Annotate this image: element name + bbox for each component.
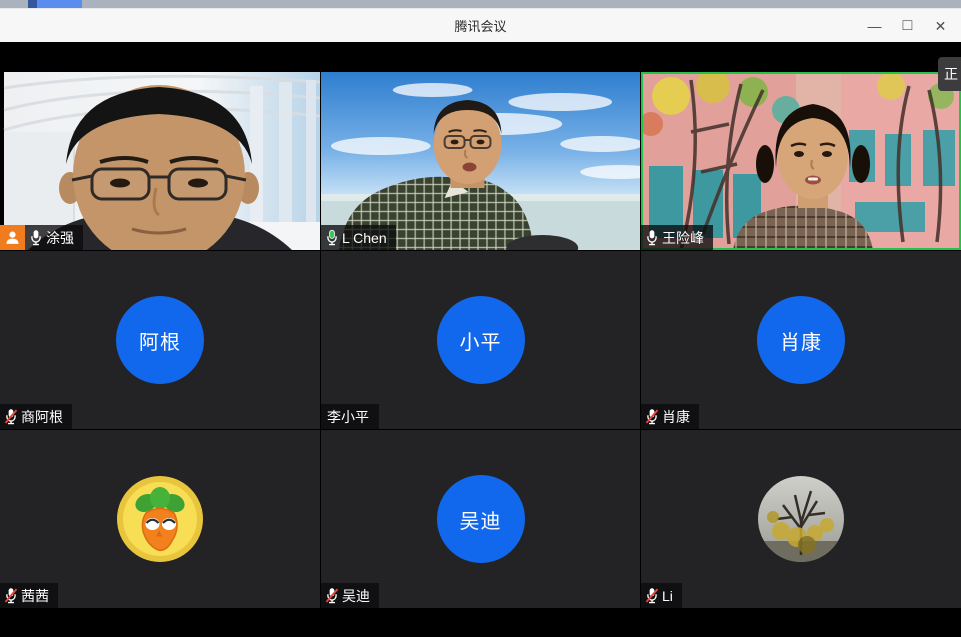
nameplate-row: 茜茜 (0, 583, 58, 608)
nameplate-row: 肖康 (641, 404, 699, 429)
window-controls: — □ ✕ (858, 9, 957, 43)
tree-avatar-icon (757, 475, 845, 563)
title-bar: 腾讯会议 — □ ✕ (0, 8, 961, 42)
nameplate-row: 商阿根 (0, 404, 72, 429)
mic-muted-icon (645, 408, 659, 425)
participant-tile-xiaokang[interactable]: 肖康 肖康 (641, 251, 961, 429)
background-window-strip (0, 0, 961, 8)
avatar-image-carrot (116, 475, 204, 563)
avatar-image-tree (757, 475, 845, 563)
participant-name: 李小平 (327, 407, 369, 427)
mic-on-icon (645, 229, 659, 246)
participant-name: 吴迪 (342, 586, 370, 606)
side-panel-partial-text: 正 (944, 64, 958, 84)
maximize-button[interactable]: □ (891, 9, 924, 43)
nameplate: 李小平 (321, 404, 379, 429)
nameplate-row: 吴迪 (321, 583, 379, 608)
nameplate: 肖康 (641, 404, 699, 429)
participant-name: 涂强 (46, 228, 74, 248)
side-panel-handle[interactable]: 正 (938, 57, 961, 91)
participant-name: 肖康 (662, 407, 690, 427)
host-person-icon (4, 229, 21, 246)
host-badge (0, 225, 25, 250)
avatar-initials: 阿根 (116, 296, 204, 384)
participant-tile-shangagen[interactable]: 阿根 商阿根 (0, 251, 320, 429)
mic-on-icon (29, 229, 43, 246)
nameplate-row: 王险峰 (641, 225, 713, 250)
nameplate: L Chen (321, 225, 396, 250)
nameplate: 涂强 (25, 225, 83, 250)
participant-tile-li[interactable]: Li (641, 430, 961, 608)
participant-name: Li (662, 588, 673, 604)
participant-tile-lchen[interactable]: L Chen (321, 72, 640, 250)
participant-grid: 涂强 (0, 72, 961, 608)
participant-video (0, 72, 320, 250)
nameplate: 王险峰 (641, 225, 713, 250)
mic-muted-icon (4, 587, 18, 604)
participant-name: 商阿根 (21, 407, 63, 427)
background-tab-dark (28, 0, 37, 8)
participant-tile-qianqian[interactable]: 茜茜 (0, 430, 320, 608)
avatar-initials: 小平 (437, 296, 525, 384)
minimize-button[interactable]: — (858, 9, 891, 43)
nameplate: 商阿根 (0, 404, 72, 429)
mic-muted-icon (645, 587, 659, 604)
close-button[interactable]: ✕ (924, 9, 957, 43)
participant-name: 茜茜 (21, 586, 49, 606)
participant-video (641, 72, 961, 250)
avatar-initials: 肖康 (757, 296, 845, 384)
nameplate-row: 涂强 (0, 225, 83, 250)
participant-tile-lixiaoping[interactable]: 小平 李小平 (321, 251, 640, 429)
nameplate: 吴迪 (321, 583, 379, 608)
participant-tile-wangxianfeng[interactable]: 王险峰 (641, 72, 961, 250)
background-tab (37, 0, 82, 8)
carrot-avatar-icon (116, 475, 204, 563)
mic-speaking-icon (325, 229, 339, 246)
participant-tile-wudi[interactable]: 吴迪 吴迪 (321, 430, 640, 608)
mic-muted-icon (325, 587, 339, 604)
participant-name: L Chen (342, 230, 387, 246)
participant-video (321, 72, 640, 250)
participant-name: 王险峰 (662, 228, 704, 248)
participant-tile-tuqiang[interactable]: 涂强 (0, 72, 320, 250)
nameplate: 茜茜 (0, 583, 58, 608)
mic-muted-icon (4, 408, 18, 425)
nameplate-row: 李小平 (321, 404, 379, 429)
nameplate-row: Li (641, 583, 682, 608)
nameplate: Li (641, 583, 682, 608)
avatar-initials: 吴迪 (437, 475, 525, 563)
nameplate-row: L Chen (321, 225, 396, 250)
meeting-window: 腾讯会议 — □ ✕ 正 (0, 0, 961, 637)
window-title: 腾讯会议 (454, 16, 506, 35)
